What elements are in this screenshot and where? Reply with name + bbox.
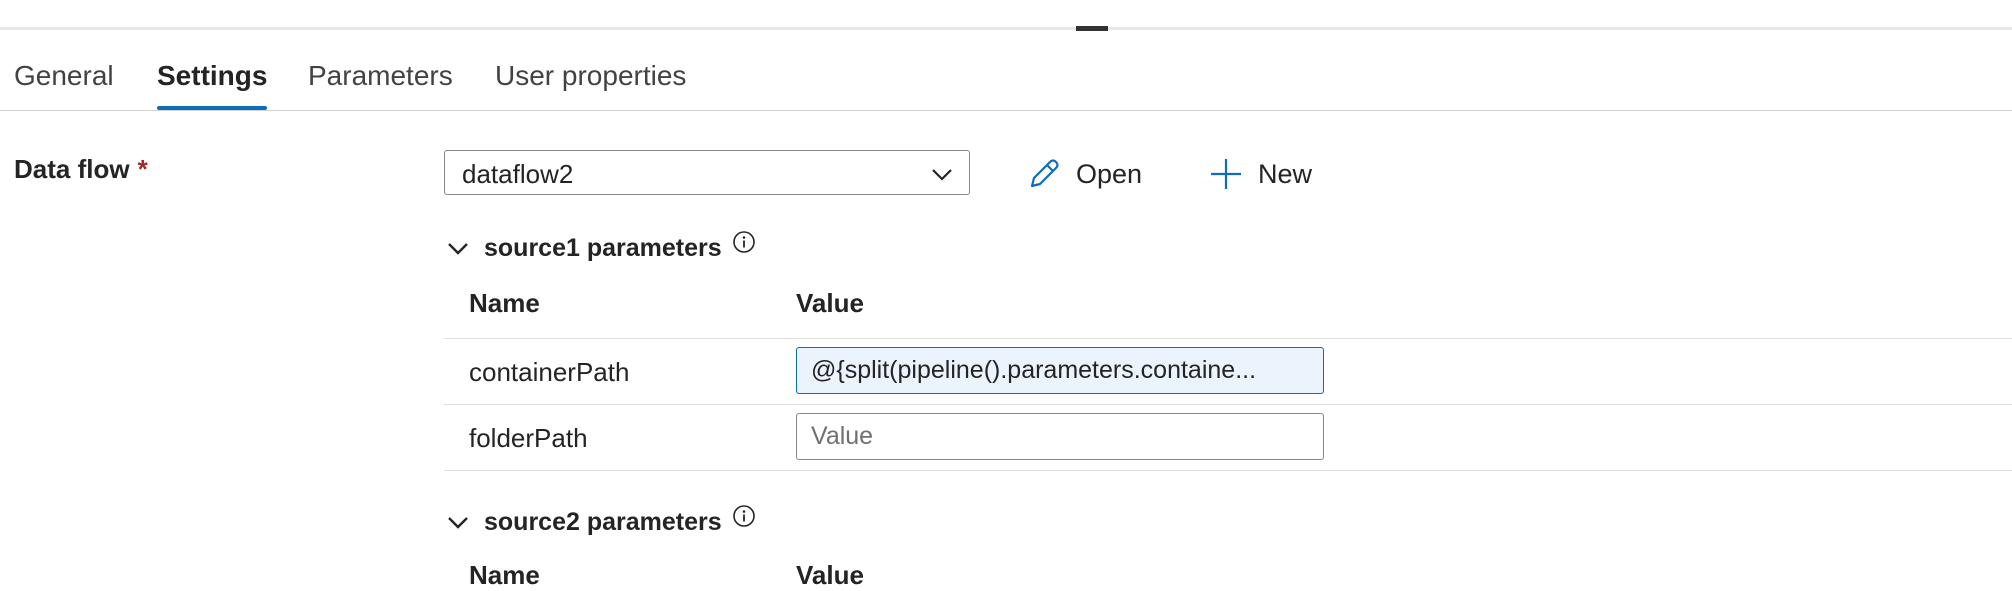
row-divider <box>444 338 2012 339</box>
section-title: source2 parameters <box>484 507 722 536</box>
tab-settings[interactable]: Settings <box>157 56 268 110</box>
required-marker: * <box>137 154 148 184</box>
new-button-label: New <box>1258 158 1313 189</box>
info-icon[interactable] <box>732 230 756 254</box>
chevron-down-icon <box>448 517 468 529</box>
data-flow-label: Data flow * <box>14 154 148 185</box>
data-flow-dropdown[interactable]: dataflow2 <box>444 150 970 195</box>
column-header-value: Value <box>796 288 864 318</box>
tab-parameters[interactable]: Parameters <box>308 56 453 110</box>
tab-bar: General Settings Parameters User propert… <box>0 56 2012 110</box>
section-title: source1 parameters <box>484 233 722 262</box>
row-divider <box>444 470 2012 471</box>
column-header-name: Name <box>469 288 540 318</box>
panel-resize-handle[interactable] <box>1076 26 1108 31</box>
info-icon[interactable] <box>732 504 756 528</box>
source1-parameters-header[interactable]: source1 parameters <box>446 228 756 268</box>
tab-user-properties[interactable]: User properties <box>495 56 686 110</box>
param-value-containerpath-input[interactable] <box>796 347 1324 394</box>
data-flow-label-text: Data flow <box>14 154 130 184</box>
param-name-containerpath: containerPath <box>469 357 630 387</box>
column-header-value: Value <box>796 560 864 590</box>
tab-general[interactable]: General <box>14 56 114 110</box>
param-value-folderpath-input[interactable] <box>796 413 1324 460</box>
plus-icon <box>1211 159 1241 189</box>
open-button-label: Open <box>1076 158 1143 189</box>
chevron-down-icon <box>448 243 468 255</box>
row-divider <box>444 404 2012 405</box>
pencil-icon <box>1030 159 1059 188</box>
chevron-down-icon <box>932 169 952 181</box>
new-button[interactable]: New <box>1208 154 1312 194</box>
open-button[interactable]: Open <box>1026 154 1142 194</box>
tabs-divider <box>0 110 2012 111</box>
source2-parameters-header[interactable]: source2 parameters <box>446 502 756 542</box>
top-divider <box>0 27 2012 30</box>
column-header-name: Name <box>469 560 540 590</box>
data-flow-selected: dataflow2 <box>462 159 574 189</box>
param-name-folderpath: folderPath <box>469 423 588 453</box>
